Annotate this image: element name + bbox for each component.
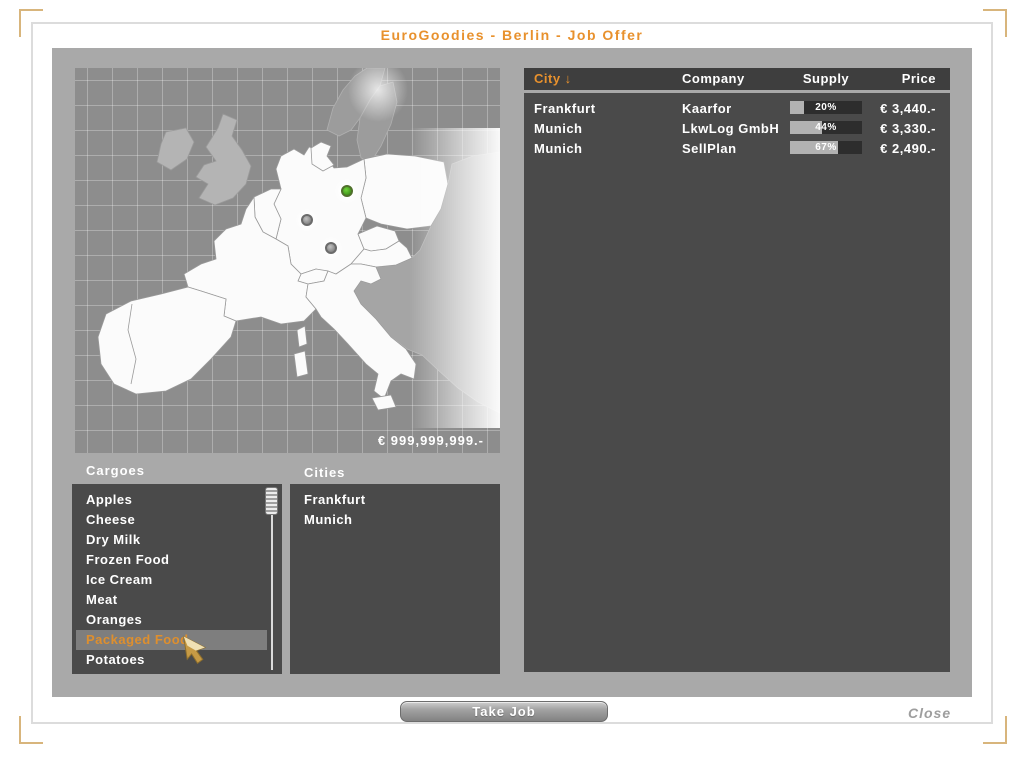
cities-label: Cities (304, 465, 346, 480)
cargo-item[interactable]: Frozen Food (72, 550, 282, 570)
offer-company: LkwLog GmbH (682, 121, 780, 136)
cities-list: Frankfurt Munich (290, 484, 500, 674)
offer-company: SellPlan (682, 141, 737, 156)
column-header-company[interactable]: Company (682, 71, 745, 86)
cargo-item[interactable]: Cheese (72, 510, 282, 530)
offer-row[interactable]: Munich SellPlan 67% € 2,490.- (524, 138, 950, 158)
offer-company: Kaarfor (682, 101, 732, 116)
column-header-city[interactable]: City ↓ (534, 71, 572, 86)
cargo-item[interactable]: Meat (72, 590, 282, 610)
offer-row[interactable]: Munich LkwLog GmbH 44% € 3,330.- (524, 118, 950, 138)
cargo-item[interactable]: Dry Milk (72, 530, 282, 550)
mouse-cursor-icon (182, 635, 207, 665)
offer-city: Frankfurt (534, 101, 596, 116)
offers-table: City ↓ Company Supply Price Frankfurt Kaarfo… (524, 68, 950, 672)
cargo-item-selected[interactable]: Packaged Food (76, 630, 267, 650)
dialog-window: EuroGoodies - Berlin - Job Offer € 999,9… (31, 22, 993, 724)
main-panel: € 999,999,999.- City ↓ Company Supply Price… (52, 48, 972, 697)
map-region-ireland (156, 127, 195, 171)
offer-row[interactable]: Frankfurt Kaarfor 20% € 3,440.- (524, 98, 950, 118)
city-item[interactable]: Munich (290, 510, 500, 530)
dialog-title: EuroGoodies - Berlin - Job Offer (380, 27, 644, 43)
cargoes-scrollbar-thumb[interactable] (265, 487, 278, 515)
map-glow-east (410, 128, 500, 428)
map-region-uk (195, 113, 252, 206)
europe-map: € 999,999,999.- (75, 68, 500, 453)
offers-table-body: Frankfurt Kaarfor 20% € 3,440.- Munich LkwLog… (524, 93, 950, 672)
map-region-sicily (371, 394, 397, 411)
offer-price: € 2,490.- (880, 141, 936, 156)
column-header-price[interactable]: Price (826, 71, 936, 86)
map-marker-origin-green (341, 185, 353, 197)
map-marker-gray-2 (325, 242, 337, 254)
offer-city: Munich (534, 121, 583, 136)
cargoes-list: Apples Cheese Dry Milk Frozen Food Ice Cream… (72, 484, 282, 674)
cities-items: Frankfurt Munich (290, 490, 500, 530)
cargo-item[interactable]: Oranges (72, 610, 282, 630)
cargo-item[interactable]: Potatoes (72, 650, 282, 670)
cargoes-items: Apples Cheese Dry Milk Frozen Food Ice Cream… (72, 490, 282, 670)
offer-price: € 3,440.- (880, 101, 936, 116)
close-button[interactable]: Close (908, 705, 951, 721)
offer-price: € 3,330.- (880, 121, 936, 136)
offer-city: Munich (534, 141, 583, 156)
map-region-corsica (296, 325, 308, 348)
map-region-iberia (97, 286, 237, 395)
money-balance: € 999,999,999.- (377, 433, 484, 448)
cargoes-label: Cargoes (86, 463, 146, 478)
cargo-item[interactable]: Apples (72, 490, 282, 510)
cargo-item[interactable]: Ice Cream (72, 570, 282, 590)
map-marker-gray-1 (301, 214, 313, 226)
take-job-button[interactable]: Take Job (400, 701, 608, 722)
city-item[interactable]: Frankfurt (290, 490, 500, 510)
job-offer-screen: EuroGoodies - Berlin - Job Offer € 999,9… (0, 0, 1024, 768)
europe-map-svg (97, 68, 500, 428)
map-region-sardinia (293, 350, 309, 378)
offers-table-header: City ↓ Company Supply Price (524, 68, 950, 90)
cargoes-scrollbar-track[interactable] (271, 488, 273, 670)
